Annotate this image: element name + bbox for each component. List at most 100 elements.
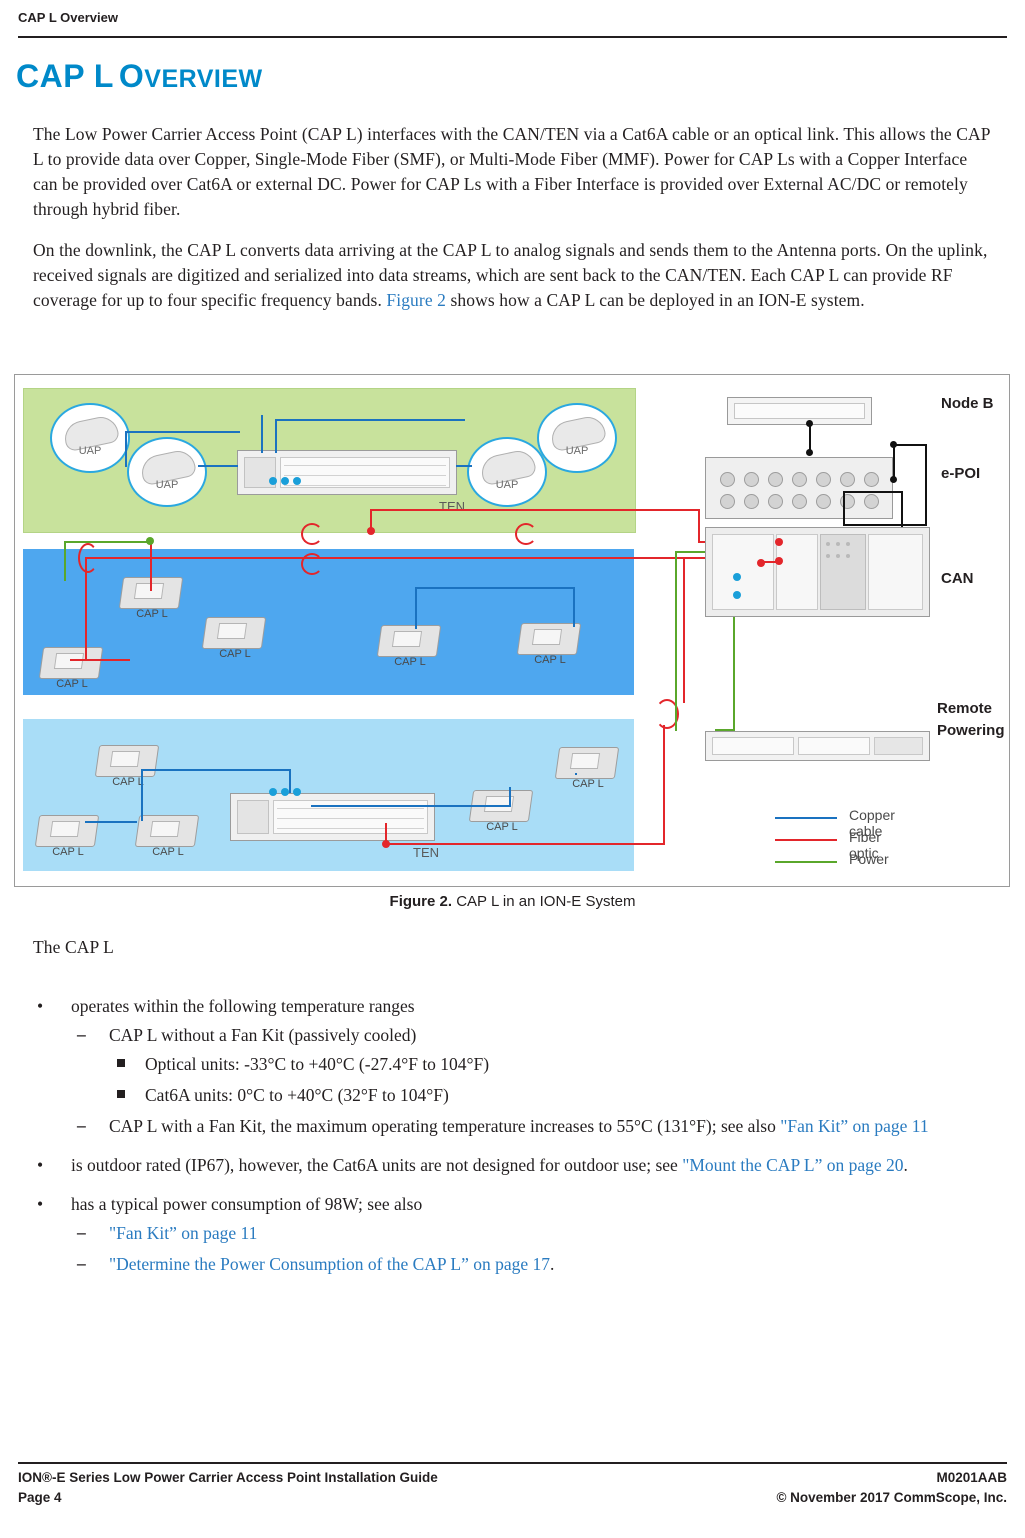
copper-link bbox=[261, 415, 263, 453]
figure-label-epoi-a: e-PO bbox=[941, 465, 977, 482]
list-item: – "Fan Kit” on page 11 bbox=[71, 1221, 993, 1246]
node-b-unit bbox=[727, 397, 872, 425]
cap-l-label: CAP L bbox=[486, 821, 518, 833]
copper-link bbox=[575, 773, 577, 775]
ten-port-dot bbox=[269, 477, 277, 485]
fiber-link bbox=[85, 557, 685, 559]
body-column: The Low Power Carrier Access Point (CAP … bbox=[33, 122, 993, 329]
figure-label-powering: Powering bbox=[937, 722, 1005, 739]
mount-cap-l-crossref[interactable]: "Mount the CAP L” on page 20 bbox=[682, 1155, 903, 1175]
list-item-text: has a typical power consumption of 98W; … bbox=[71, 1194, 423, 1214]
footer-guide-title: ION®-E Series Low Power Carrier Access P… bbox=[18, 1470, 438, 1485]
cap-l-unit: CAP L bbox=[467, 790, 537, 842]
cap-l-label: CAP L bbox=[572, 778, 604, 790]
cap-l-unit: CAP L bbox=[133, 815, 203, 867]
uap-antenna-2: UAP bbox=[127, 437, 207, 507]
coax-link bbox=[925, 444, 927, 524]
power-link bbox=[64, 541, 152, 543]
list-item: – CAP L without a Fan Kit (passively coo… bbox=[71, 1023, 993, 1108]
coax-link bbox=[843, 491, 903, 493]
list-item: – CAP L with a Fan Kit, the maximum oper… bbox=[71, 1114, 993, 1139]
coax-link bbox=[893, 444, 895, 478]
cap-l-label: CAP L bbox=[112, 776, 144, 788]
copper-link bbox=[509, 787, 511, 807]
fan-kit-crossref-2[interactable]: "Fan Kit” on page 11 bbox=[109, 1223, 257, 1243]
sublist-units: Optical units: -33°C to +40°C (-27.4°F t… bbox=[109, 1052, 993, 1108]
uap-antenna-3: UAP bbox=[537, 403, 617, 473]
can-copper-dot bbox=[733, 573, 741, 581]
copper-link bbox=[415, 587, 417, 629]
coax-link bbox=[843, 524, 927, 526]
list-item: Cat6A units: 0°C to +40°C (32°F to 104°F… bbox=[109, 1083, 993, 1108]
list-item-text: CAP L with a Fan Kit, the maximum operat… bbox=[109, 1116, 781, 1136]
footer-doc-number: M0201AAB bbox=[936, 1470, 1007, 1485]
cable-loop bbox=[515, 523, 537, 545]
power-link bbox=[675, 551, 677, 731]
page-title-cap: O bbox=[118, 58, 145, 94]
epoi-unit bbox=[705, 457, 893, 519]
copper-link bbox=[141, 769, 291, 771]
page-title: CAP L OVERVIEW bbox=[16, 58, 263, 95]
list-item: • is outdoor rated (IP67), however, the … bbox=[33, 1153, 993, 1178]
cable-loop bbox=[301, 523, 323, 545]
cap-l-unit: CAP L bbox=[553, 747, 623, 799]
list-item-text-end: . bbox=[550, 1254, 555, 1274]
page-header: CAP L Overview bbox=[0, 0, 1025, 38]
fiber-link bbox=[85, 557, 87, 659]
figure-label-can: CAN bbox=[941, 570, 974, 587]
list-item-text: CAP L without a Fan Kit (passively coole… bbox=[109, 1025, 417, 1045]
cap-l-unit: CAP L bbox=[200, 617, 270, 669]
power-consumption-crossref[interactable]: "Determine the Power Consumption of the … bbox=[109, 1254, 550, 1274]
list-item-text: is outdoor rated (IP67), however, the Ca… bbox=[71, 1155, 683, 1175]
coax-link bbox=[893, 444, 927, 446]
footer-copyright: © November 2017 CommScope, Inc. bbox=[776, 1490, 1007, 1505]
copper-link bbox=[125, 433, 127, 467]
figure-2-image: TEN UAP UAP UAP UAP CAP L CAP L CAP L CA… bbox=[14, 374, 1010, 887]
dash-glyph: – bbox=[77, 1115, 86, 1135]
power-dot bbox=[146, 537, 154, 545]
feature-list: • operates within the following temperat… bbox=[33, 994, 993, 1277]
uap-label: UAP bbox=[155, 479, 179, 491]
page-title-smallcaps: VERVIEW bbox=[144, 65, 263, 93]
power-link bbox=[64, 541, 66, 581]
dash-glyph: – bbox=[77, 1024, 86, 1044]
cap-l-label: CAP L bbox=[219, 648, 251, 660]
sublist-power: – "Fan Kit” on page 11 – "Determine the … bbox=[71, 1221, 993, 1277]
node-b-port-dot bbox=[806, 449, 813, 456]
remote-powering-unit bbox=[705, 731, 930, 761]
uap-label: UAP bbox=[495, 479, 519, 491]
list-item-text-end: . bbox=[903, 1155, 908, 1175]
uap-label: UAP bbox=[78, 445, 102, 457]
list-item-text: Cat6A units: 0°C to +40°C (32°F to 104°F… bbox=[145, 1085, 449, 1105]
dash-glyph: – bbox=[77, 1253, 86, 1273]
can-unit bbox=[705, 527, 930, 617]
list-item: – "Determine the Power Consumption of th… bbox=[71, 1252, 993, 1277]
copper-link bbox=[198, 465, 238, 467]
list-item: • has a typical power consumption of 98W… bbox=[33, 1192, 993, 1277]
running-head: CAP L Overview bbox=[18, 10, 118, 25]
cap-l-label: CAP L bbox=[56, 678, 88, 690]
list-item: Optical units: -33°C to +40°C (-27.4°F t… bbox=[109, 1052, 993, 1077]
fiber-link bbox=[385, 843, 665, 845]
copper-link bbox=[275, 419, 465, 421]
legend-label-power: Power bbox=[849, 851, 889, 867]
paragraph-1: The Low Power Carrier Access Point (CAP … bbox=[33, 124, 990, 219]
footer-rule bbox=[18, 1462, 1007, 1464]
list-item-text: operates within the following temperatur… bbox=[71, 996, 415, 1016]
legend-swatch-power bbox=[775, 861, 837, 863]
uap-label: UAP bbox=[565, 445, 589, 457]
copper-link bbox=[311, 805, 511, 807]
ten-chassis-top bbox=[237, 450, 457, 495]
cap-l-unit: CAP L bbox=[515, 623, 585, 675]
fiber-link bbox=[70, 659, 130, 661]
cap-l-unit: CAP L bbox=[117, 577, 187, 629]
cap-l-label: CAP L bbox=[52, 846, 84, 858]
coax-link bbox=[809, 423, 811, 451]
paragraph-3: The CAP L bbox=[33, 937, 114, 957]
ten-label-bottom: TEN bbox=[413, 845, 439, 860]
dash-glyph: – bbox=[77, 1222, 86, 1242]
fan-kit-crossref[interactable]: "Fan Kit” on page 11 bbox=[780, 1116, 928, 1136]
figure-2-crossref[interactable]: Figure 2 bbox=[386, 290, 446, 310]
ten-port-dot bbox=[293, 477, 301, 485]
ten-port-dot bbox=[293, 788, 301, 796]
